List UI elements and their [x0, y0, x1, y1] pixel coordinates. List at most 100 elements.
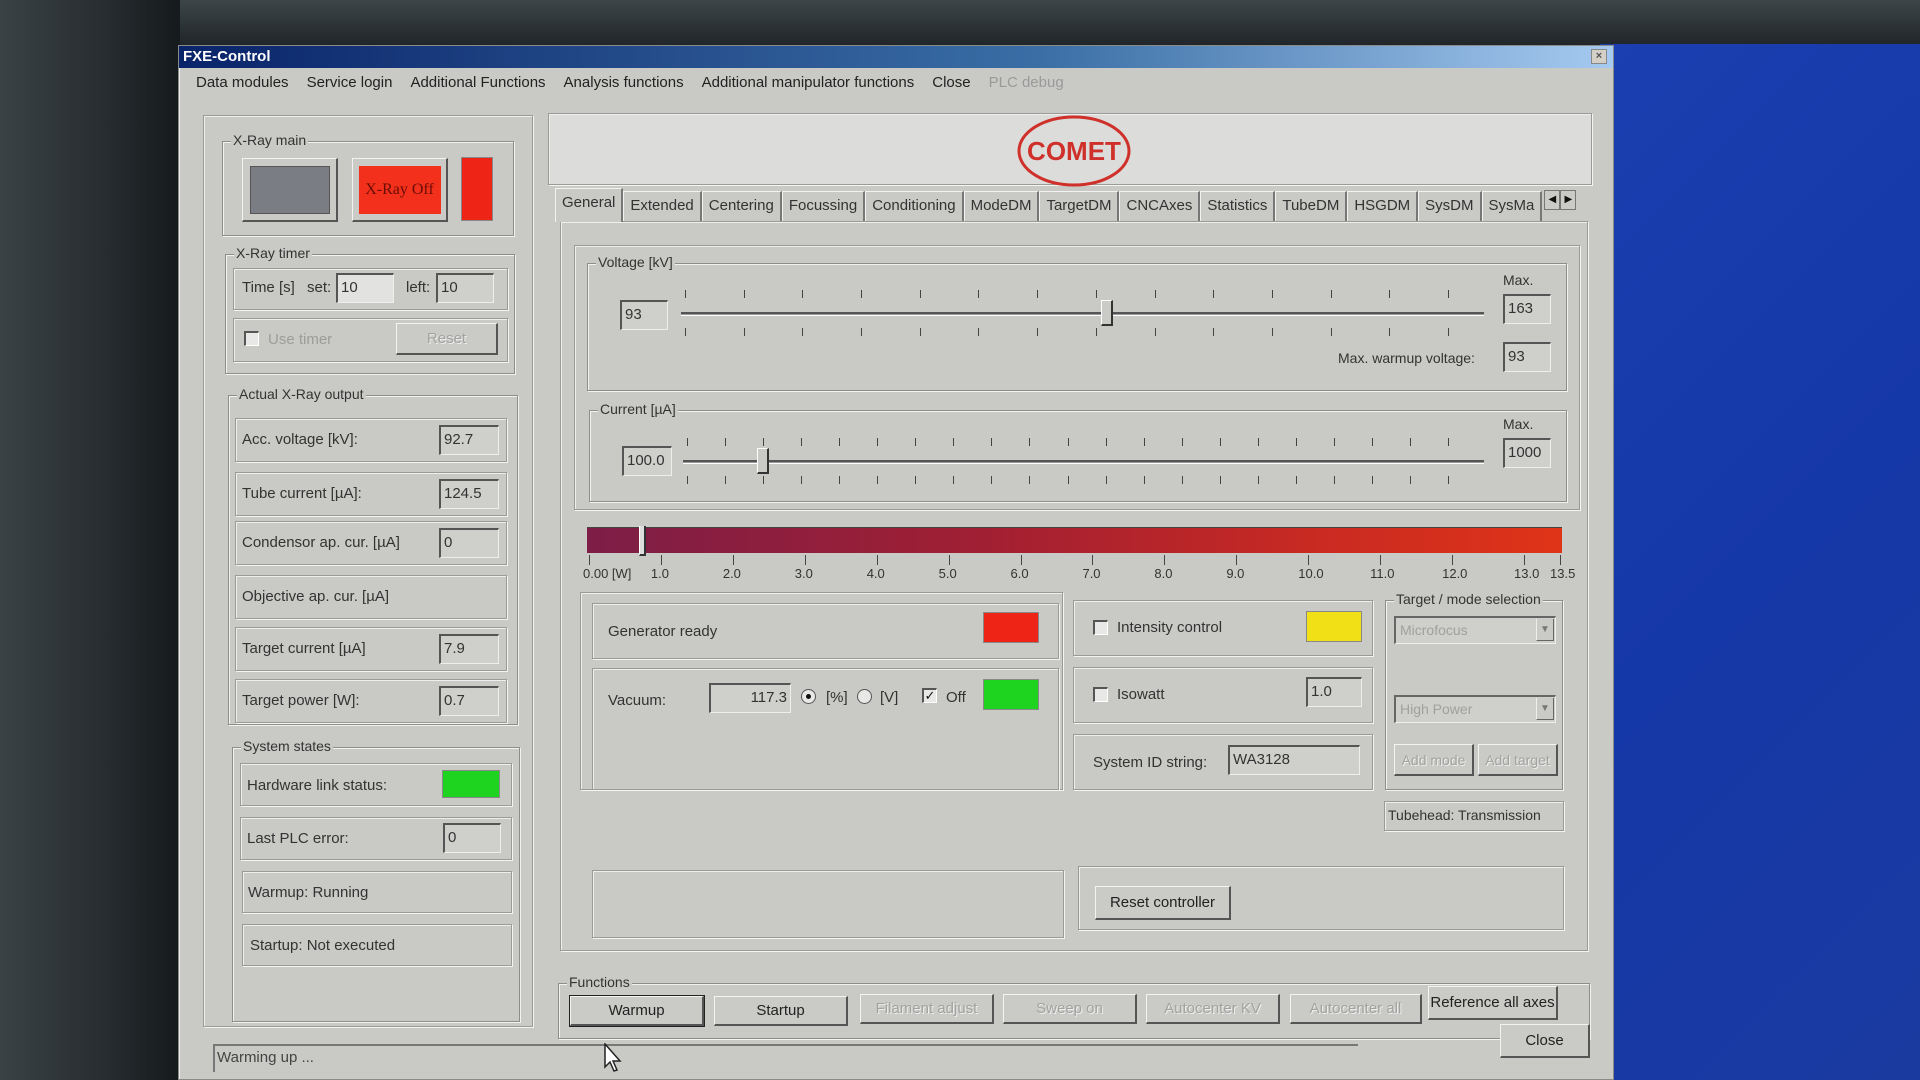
power-scale-tick [1092, 555, 1094, 565]
xray-status-indicator [461, 157, 493, 221]
function-filament-adjust-button[interactable]: Filament adjust [860, 994, 994, 1024]
voltage-max-field[interactable]: 163 [1503, 294, 1551, 324]
current-slider-tick [953, 438, 955, 446]
voltage-slider-tick [978, 328, 980, 336]
vacuum-volt-label: [V] [880, 689, 899, 706]
current-slider-tick [1181, 438, 1183, 446]
power-scale-tick-label: 12.0 [1442, 566, 1468, 581]
current-slider-tick [1295, 438, 1297, 446]
xray-off-button[interactable]: X-Ray Off [352, 158, 448, 222]
intensity-control-checkbox[interactable] [1093, 620, 1108, 635]
voltage-slider-tick [1213, 290, 1215, 298]
voltage-slider-tick [1448, 290, 1449, 298]
current-max-field[interactable]: 1000 [1503, 438, 1551, 468]
tab-tubedm[interactable]: TubeDM [1275, 191, 1348, 221]
current-slider-tick [1448, 438, 1449, 446]
current-slider-tick [1067, 476, 1069, 484]
function-startup-button[interactable]: Startup [714, 996, 848, 1026]
current-slider-tick [1371, 438, 1373, 446]
tab-hsgdm[interactable]: HSGDM [1347, 191, 1419, 221]
function-reference-all-axes-button[interactable]: Reference all axes [1428, 986, 1558, 1020]
use-timer-checkbox[interactable] [244, 331, 259, 346]
menu-close[interactable]: Close [923, 74, 979, 91]
tab-scroll-left-icon[interactable]: ◀ [1544, 190, 1561, 210]
tab-sysma[interactable]: SysMa [1481, 191, 1543, 221]
voltage-slider-tick [1154, 328, 1156, 336]
xray-gray-indicator [249, 165, 330, 214]
current-value-field[interactable]: 100.0 [622, 446, 672, 476]
current-slider-thumb[interactable] [757, 448, 770, 474]
timer-set-input[interactable]: 10 [336, 273, 394, 303]
current-slider-tick [1029, 438, 1031, 446]
window-close-icon[interactable]: × [1591, 49, 1607, 64]
tab-centering[interactable]: Centering [701, 191, 782, 221]
vacuum-off-checkbox[interactable]: ✓ [922, 688, 937, 703]
tab-modedm[interactable]: ModeDM [963, 191, 1040, 221]
power-bar-thumb[interactable] [639, 526, 647, 556]
menu-data-modules[interactable]: Data modules [187, 74, 298, 91]
tab-sysdm[interactable]: SysDM [1418, 191, 1482, 221]
vacuum-label: Vacuum: [608, 692, 667, 709]
tab-extended[interactable]: Extended [623, 191, 702, 221]
function-autocenter-kv-button[interactable]: Autocenter KV [1146, 994, 1280, 1024]
tab-cncaxes[interactable]: CNCAxes [1119, 191, 1201, 221]
timer-reset-button[interactable]: Reset [396, 323, 498, 355]
power-scale-tick [1452, 555, 1454, 565]
menu-additional-functions[interactable]: Additional Functions [401, 74, 554, 91]
tab-statistics[interactable]: Statistics [1200, 191, 1276, 221]
mode-select-value: High Power [1400, 701, 1473, 717]
current-slider-tick [1371, 476, 1373, 484]
target-select[interactable]: Microfocus ▼ [1394, 616, 1556, 644]
voltage-slider-thumb[interactable] [1100, 300, 1113, 326]
function-warmup-button[interactable]: Warmup [569, 995, 705, 1027]
tab-targetdm[interactable]: TargetDM [1039, 191, 1120, 221]
add-target-button[interactable]: Add target [1478, 744, 1558, 776]
output-row-value: 7.9 [439, 634, 499, 664]
vacuum-volt-radio[interactable] [857, 689, 872, 704]
isowatt-value-field[interactable]: 1.0 [1306, 677, 1362, 707]
xray-gray-button[interactable] [242, 158, 338, 222]
current-slider-tick [1143, 476, 1145, 484]
power-scale-tick [660, 555, 662, 565]
function-sweep-on-button[interactable]: Sweep on [1003, 994, 1137, 1024]
menu-service-login[interactable]: Service login [298, 74, 402, 91]
vacuum-percent-radio[interactable] [801, 689, 816, 704]
title-bar[interactable]: FXE-Control × [179, 46, 1613, 68]
menu-additional-manipulator-functions[interactable]: Additional manipulator functions [693, 74, 924, 91]
generator-ready-label: Generator ready [608, 623, 718, 640]
voltage-slider-tick [1448, 328, 1449, 336]
max-warmup-voltage-field[interactable]: 93 [1503, 342, 1551, 372]
voltage-slider-tick [685, 290, 686, 298]
tab-focussing[interactable]: Focussing [781, 191, 866, 221]
last-plc-error-label: Last PLC error: [247, 830, 349, 847]
menu-analysis-functions[interactable]: Analysis functions [555, 74, 693, 91]
isowatt-checkbox[interactable] [1093, 687, 1108, 702]
xray-off-face: X-Ray Off [358, 165, 441, 214]
close-button[interactable]: Close [1500, 1024, 1590, 1058]
mode-select[interactable]: High Power ▼ [1394, 695, 1556, 723]
power-scale-tick-label: 3.0 [794, 566, 813, 581]
target-select-chevron-down-icon[interactable]: ▼ [1536, 619, 1554, 641]
mode-select-chevron-down-icon[interactable]: ▼ [1536, 698, 1554, 720]
power-scale-tick-label: 4.0 [866, 566, 885, 581]
isowatt-label: Isowatt [1117, 686, 1165, 703]
function-autocenter-all-button[interactable]: Autocenter all [1290, 994, 1422, 1024]
voltage-value-field[interactable]: 93 [620, 300, 668, 330]
system-id-field[interactable]: WA3128 [1228, 745, 1360, 775]
output-row-label: Tube current [µA]: [242, 485, 362, 502]
tab-general[interactable]: General [555, 188, 624, 222]
current-group: Current [µA] [589, 401, 1567, 502]
tab-conditioning[interactable]: Conditioning [865, 191, 964, 221]
system-states-title: System states [241, 738, 333, 754]
current-slider-track[interactable] [683, 460, 1484, 464]
voltage-slider-tick [1095, 290, 1097, 298]
voltage-slider-tick [1037, 290, 1039, 298]
add-mode-button[interactable]: Add mode [1394, 744, 1474, 776]
voltage-slider-tick [743, 328, 745, 336]
power-scale-tick-label: 10.0 [1298, 566, 1324, 581]
voltage-slider-track[interactable] [681, 312, 1484, 316]
reset-controller-button[interactable]: Reset controller [1095, 886, 1231, 920]
power-scale-tick-label: 13.5 [1550, 566, 1576, 581]
tab-scroll-right-icon[interactable]: ▶ [1560, 190, 1577, 210]
current-slider-tick [953, 476, 955, 484]
